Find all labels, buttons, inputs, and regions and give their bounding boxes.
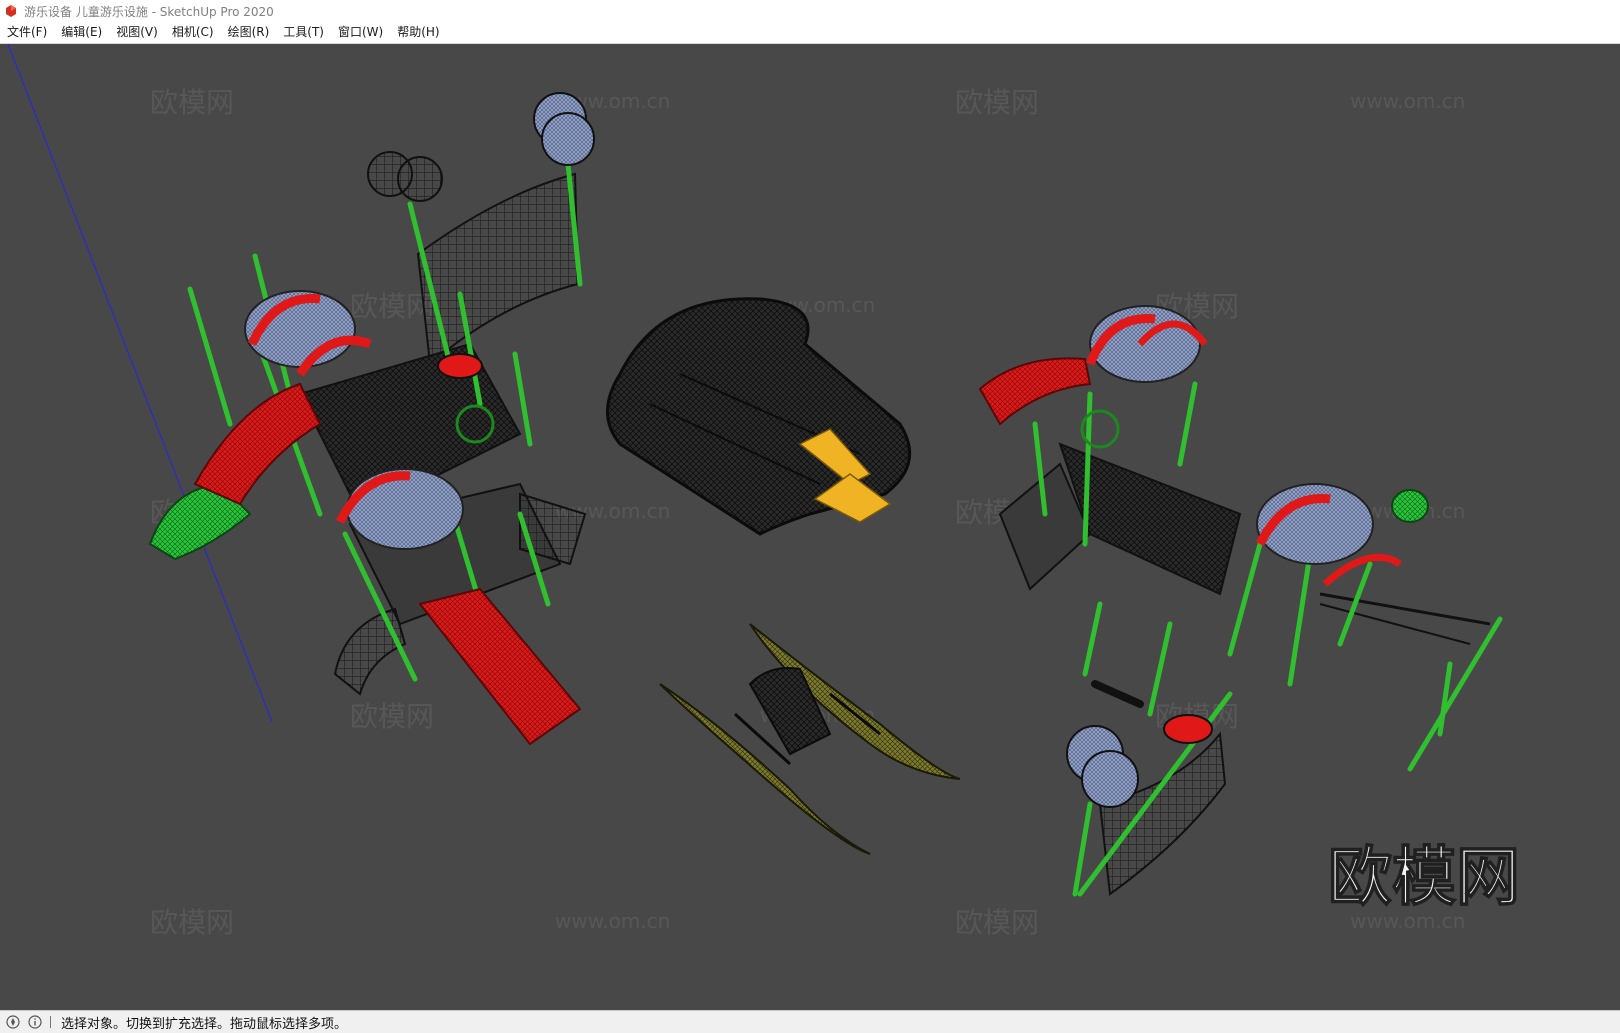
watermark-brand: 欧模网	[150, 86, 234, 119]
menu-help[interactable]: 帮助(H)	[390, 22, 446, 43]
info-icon[interactable]	[28, 1015, 42, 1029]
menu-tools[interactable]: 工具(T)	[276, 22, 331, 43]
menu-file[interactable]: 文件(F)	[0, 22, 54, 43]
menu-bar: 文件(F) 编辑(E) 视图(V) 相机(C) 绘图(R) 工具(T) 窗口(W…	[0, 22, 1620, 44]
pedal-boat[interactable]	[659, 623, 961, 855]
playground-left[interactable]	[148, 92, 595, 746]
watermark-large-brand: 欧模网	[1328, 841, 1520, 915]
watermark-site: www.om.cn	[1350, 89, 1465, 113]
watermark-brand: 欧模网	[955, 906, 1039, 939]
geo-location-icon[interactable]	[6, 1015, 20, 1029]
watermark-site: www.om.cn	[555, 909, 670, 933]
watermark-brand: 欧模网	[350, 290, 434, 323]
window-title: 游乐设备 儿童游乐设施 - SketchUp Pro 2020	[24, 4, 274, 19]
model-viewport[interactable]: 欧模网 www.om.cn 欧模网 www.om.cn 欧模网 www.om.c…	[0, 44, 1620, 1010]
watermark-brand: 欧模网	[955, 86, 1039, 119]
status-message: 选择对象。切换到扩充选择。拖动鼠标选择多项。	[61, 1016, 348, 1032]
menu-camera[interactable]: 相机(C)	[165, 22, 221, 43]
title-bar: 游乐设备 儿童游乐设施 - SketchUp Pro 2020	[0, 0, 1620, 22]
watermark-brand: 欧模网	[150, 906, 234, 939]
menu-window[interactable]: 窗口(W)	[331, 22, 390, 43]
menu-draw[interactable]: 绘图(R)	[221, 22, 277, 43]
status-bar: 选择对象。切换到扩充选择。拖动鼠标选择多项。	[0, 1010, 1620, 1033]
menu-edit[interactable]: 编辑(E)	[54, 22, 109, 43]
sketchup-logo-icon	[6, 5, 16, 17]
blue-axis-line	[7, 44, 273, 723]
menu-view[interactable]: 视图(V)	[109, 22, 165, 43]
watermark-brand: 欧模网	[350, 700, 434, 733]
model-canvas[interactable]: 欧模网 www.om.cn 欧模网 www.om.cn 欧模网 www.om.c…	[0, 44, 1620, 1010]
playground-right[interactable]	[978, 305, 1503, 897]
status-separator	[50, 1016, 51, 1028]
